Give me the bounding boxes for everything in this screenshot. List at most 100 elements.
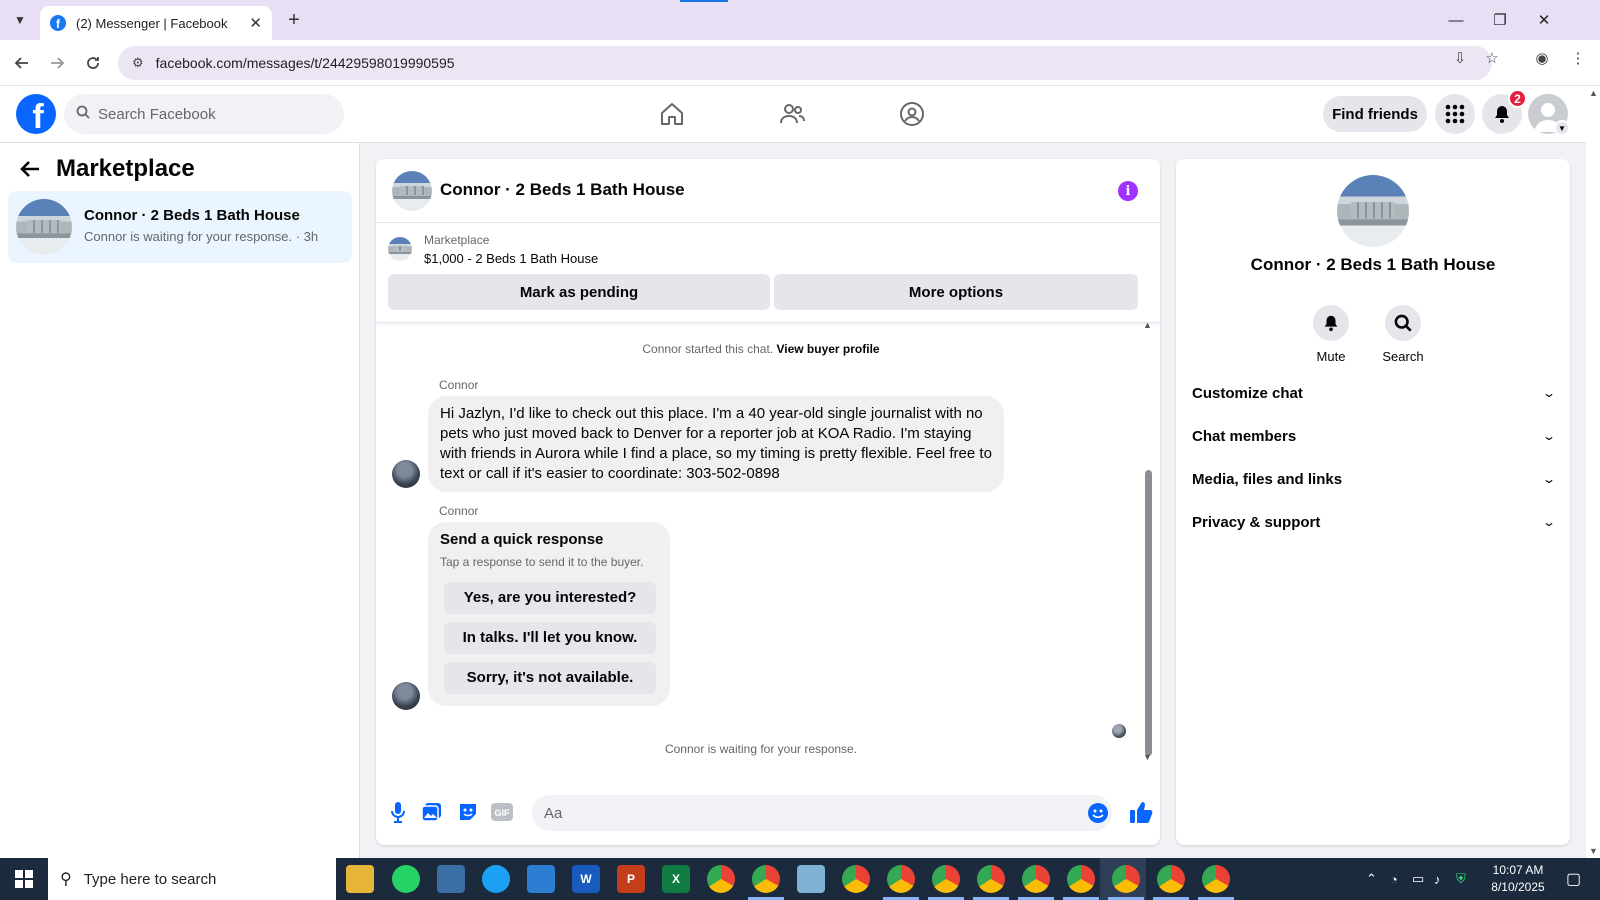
chrome-profile-icon[interactable] (1022, 865, 1050, 893)
microphone-icon[interactable] (386, 800, 410, 824)
browser-menu-icon[interactable]: ⋮ (1568, 48, 1588, 68)
search-icon (76, 105, 90, 123)
mute-button[interactable]: Mute (1296, 305, 1366, 364)
address-bar[interactable]: ⚙ facebook.com/messages/t/24429598019990… (118, 46, 1492, 80)
message-input[interactable] (532, 795, 1112, 831)
chrome-profile-icon[interactable] (977, 865, 1005, 893)
chevron-down-icon: ⌄ (1541, 386, 1557, 400)
menu-grid-icon[interactable] (1435, 94, 1475, 134)
mark-as-pending-button[interactable]: Mark as pending (388, 274, 770, 310)
tray-overflow-chevron-icon[interactable]: ⌃ (1366, 858, 1377, 900)
view-buyer-profile-link[interactable]: View buyer profile (776, 342, 879, 356)
install-app-icon[interactable]: ⇩ (1450, 48, 1470, 68)
chat-info-panel: Connor · 2 Beds 1 Bath House Mute Search… (1176, 159, 1570, 845)
more-options-button[interactable]: More options (774, 274, 1138, 310)
find-friends-button[interactable]: Find friends (1323, 96, 1427, 132)
quick-response-option[interactable]: Yes, are you interested? (444, 582, 656, 614)
bookmark-star-icon[interactable]: ☆ (1482, 48, 1502, 68)
chat-listing-thumbnail[interactable] (392, 171, 432, 211)
photo-icon[interactable] (420, 800, 444, 824)
chrome-profile-icon[interactable] (887, 865, 915, 893)
edge-icon[interactable] (482, 865, 510, 893)
notes-app-icon[interactable] (797, 865, 825, 893)
search-in-chat-button[interactable]: Search (1368, 305, 1438, 364)
forward-icon[interactable] (45, 51, 69, 75)
info-listing-thumbnail[interactable] (1337, 175, 1409, 247)
chrome-profile-icon[interactable] (842, 865, 870, 893)
profile-icon[interactable]: ◉ (1532, 48, 1552, 68)
tab-list-chevron-icon[interactable]: ▼ (8, 8, 32, 32)
message-composer: GIF (376, 779, 1160, 845)
chrome-profile-icon[interactable] (1202, 865, 1230, 893)
info-icon[interactable]: i (1118, 181, 1138, 201)
friends-icon[interactable] (776, 98, 808, 130)
facebook-search[interactable] (64, 94, 344, 134)
pc-app-icon[interactable] (437, 865, 465, 893)
chat-scroll-down-icon[interactable]: ▼ (1143, 752, 1152, 762)
sender-avatar[interactable] (392, 682, 420, 710)
wifi-icon[interactable]: ◔ (1390, 858, 1398, 900)
browser-tab-messenger[interactable]: f (2) Messenger | Facebook ✕ (40, 6, 272, 40)
clock-time: 10:07 AM (1492, 863, 1544, 877)
site-settings-icon[interactable]: ⚙ (132, 55, 144, 71)
window-close-icon[interactable]: ✕ (1532, 8, 1556, 32)
restore-icon[interactable]: ❐ (1488, 8, 1512, 32)
store-icon[interactable] (527, 865, 555, 893)
facebook-favicon-icon: f (50, 15, 66, 31)
new-tab-plus-icon[interactable]: + (282, 8, 306, 32)
quick-response-option[interactable]: Sorry, it's not available. (444, 662, 656, 694)
quick-response-option[interactable]: In talks. I'll let you know. (444, 622, 656, 654)
chat-members-section[interactable]: Chat members ⌄ (1192, 414, 1556, 458)
chrome-profile-icon[interactable] (1112, 865, 1140, 893)
svg-text:GIF: GIF (495, 808, 511, 818)
chat-scrollbar[interactable]: ▲ ▼ (1142, 320, 1154, 782)
battery-icon[interactable]: ▭ (1412, 858, 1424, 900)
scroll-down-icon[interactable]: ▼ (1589, 846, 1598, 856)
scroll-up-icon[interactable]: ▲ (1589, 88, 1598, 98)
back-icon[interactable] (10, 51, 34, 75)
whatsapp-icon[interactable] (392, 865, 420, 893)
message-bubble: Hi Jazlyn, I'd like to check out this pl… (428, 396, 1004, 492)
thumbs-up-icon[interactable] (1128, 799, 1154, 825)
gif-icon[interactable]: GIF (490, 800, 514, 824)
back-arrow-icon[interactable] (20, 158, 40, 184)
taskbar-clock[interactable]: 10:07 AM 8/10/2025 (1478, 862, 1558, 896)
facebook-logo-icon[interactable]: f (16, 94, 56, 134)
taskbar-search[interactable]: ⚲ Type here to search (48, 858, 336, 900)
sticker-icon[interactable] (456, 800, 480, 824)
customize-chat-section[interactable]: Customize chat ⌄ (1192, 371, 1557, 415)
chat-scroll-up-icon[interactable]: ▲ (1143, 320, 1152, 330)
account-chevron-down-icon[interactable]: ▼ (1554, 120, 1570, 136)
excel-icon[interactable]: X (662, 865, 690, 893)
chrome-profile-icon[interactable] (932, 865, 960, 893)
chrome-profile-icon[interactable] (1157, 865, 1185, 893)
minimize-icon[interactable]: — (1444, 8, 1468, 32)
chrome-profile-icon[interactable] (1067, 865, 1095, 893)
groups-icon[interactable] (896, 98, 928, 130)
file-explorer-icon[interactable] (346, 865, 374, 893)
reload-icon[interactable] (81, 51, 105, 75)
chrome-icon[interactable] (707, 865, 735, 893)
home-icon[interactable] (656, 98, 688, 130)
search-input[interactable] (98, 105, 318, 123)
chat-scroll-thumb[interactable] (1145, 470, 1152, 756)
sender-avatar[interactable] (392, 460, 420, 488)
conversation-list-item[interactable]: Connor · 2 Beds 1 Bath House Connor is w… (8, 191, 352, 263)
chrome-profile-icon[interactable] (752, 865, 780, 893)
powerpoint-icon[interactable]: P (617, 865, 645, 893)
listing-price-title[interactable]: $1,000 - 2 Beds 1 Bath House (424, 251, 598, 266)
chat-title[interactable]: Connor · 2 Beds 1 Bath House (440, 180, 685, 200)
page-scrollbar[interactable]: ▲ ▼ (1586, 86, 1600, 858)
notification-count-badge: 2 (1508, 89, 1527, 108)
notifications-center-icon[interactable]: ▢ (1566, 858, 1581, 900)
privacy-support-section[interactable]: Privacy & support ⌄ (1192, 500, 1556, 544)
security-shield-icon[interactable]: ⛨ (1456, 858, 1466, 900)
tab-close-icon[interactable]: ✕ (249, 14, 262, 32)
windows-start-icon[interactable] (0, 858, 48, 900)
emoji-icon[interactable] (1088, 803, 1108, 823)
bell-icon (1313, 305, 1349, 341)
quick-response-subtitle: Tap a response to send it to the buyer. (440, 555, 644, 569)
media-files-links-section[interactable]: Media, files and links ⌄ (1192, 457, 1556, 501)
volume-icon[interactable]: ♪ (1434, 858, 1441, 900)
word-icon[interactable]: W (572, 865, 600, 893)
